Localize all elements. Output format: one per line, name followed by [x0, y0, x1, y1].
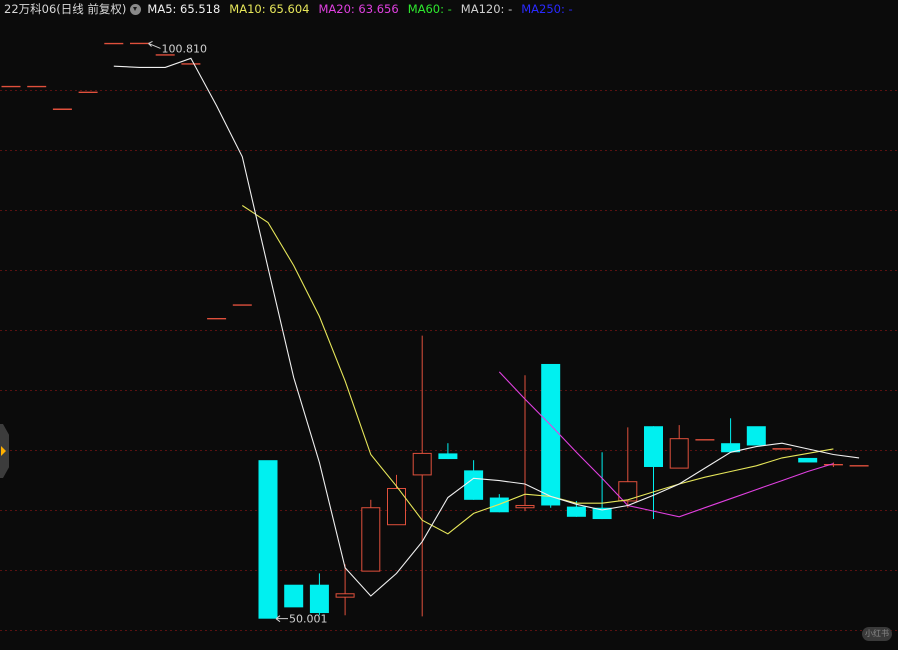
- ma20-label: MA20: 63.656: [318, 2, 399, 16]
- ma10-label: MA10: 65.604: [229, 2, 310, 16]
- candle-body: [258, 460, 278, 619]
- candlestick-chart[interactable]: 100.810 50.001: [0, 0, 898, 650]
- candle-body: [566, 506, 586, 517]
- chart-title: 22万科06(日线 前复权): [4, 2, 127, 16]
- min-price-label: 50.001: [289, 613, 328, 626]
- candle-body: [669, 438, 689, 469]
- candle-body: [515, 504, 535, 509]
- candle-body: [361, 507, 381, 572]
- candle-body: [309, 584, 329, 614]
- max-arrow: [148, 41, 161, 49]
- candle-body: [541, 363, 561, 506]
- candle-body: [464, 470, 484, 500]
- candle-body: [335, 593, 355, 598]
- candle-body: [438, 453, 458, 460]
- candle-body: [644, 426, 663, 467]
- chart-header: 22万科06(日线 前复权) MA5: 65.518 MA10: 65.604 …: [4, 1, 582, 17]
- candle-body: [592, 507, 612, 520]
- candle-body: [746, 426, 766, 446]
- min-arrow: [275, 615, 288, 623]
- ma250-label: MA250: -: [521, 2, 573, 16]
- ma60-label: MA60: -: [407, 2, 452, 16]
- candle-body: [798, 457, 818, 463]
- ma120-label: MA120: -: [460, 2, 513, 16]
- watermark-badge: 小红书: [862, 627, 892, 641]
- candle-body: [489, 497, 509, 513]
- ma5-line: [113, 57, 860, 597]
- candle-body: [284, 584, 304, 608]
- ma10-line: [241, 205, 834, 535]
- max-price-label: 100.810: [162, 42, 208, 55]
- dropdown-icon[interactable]: [130, 3, 142, 15]
- ma5-label: MA5: 65.518: [147, 2, 221, 16]
- candle-body: [412, 452, 432, 476]
